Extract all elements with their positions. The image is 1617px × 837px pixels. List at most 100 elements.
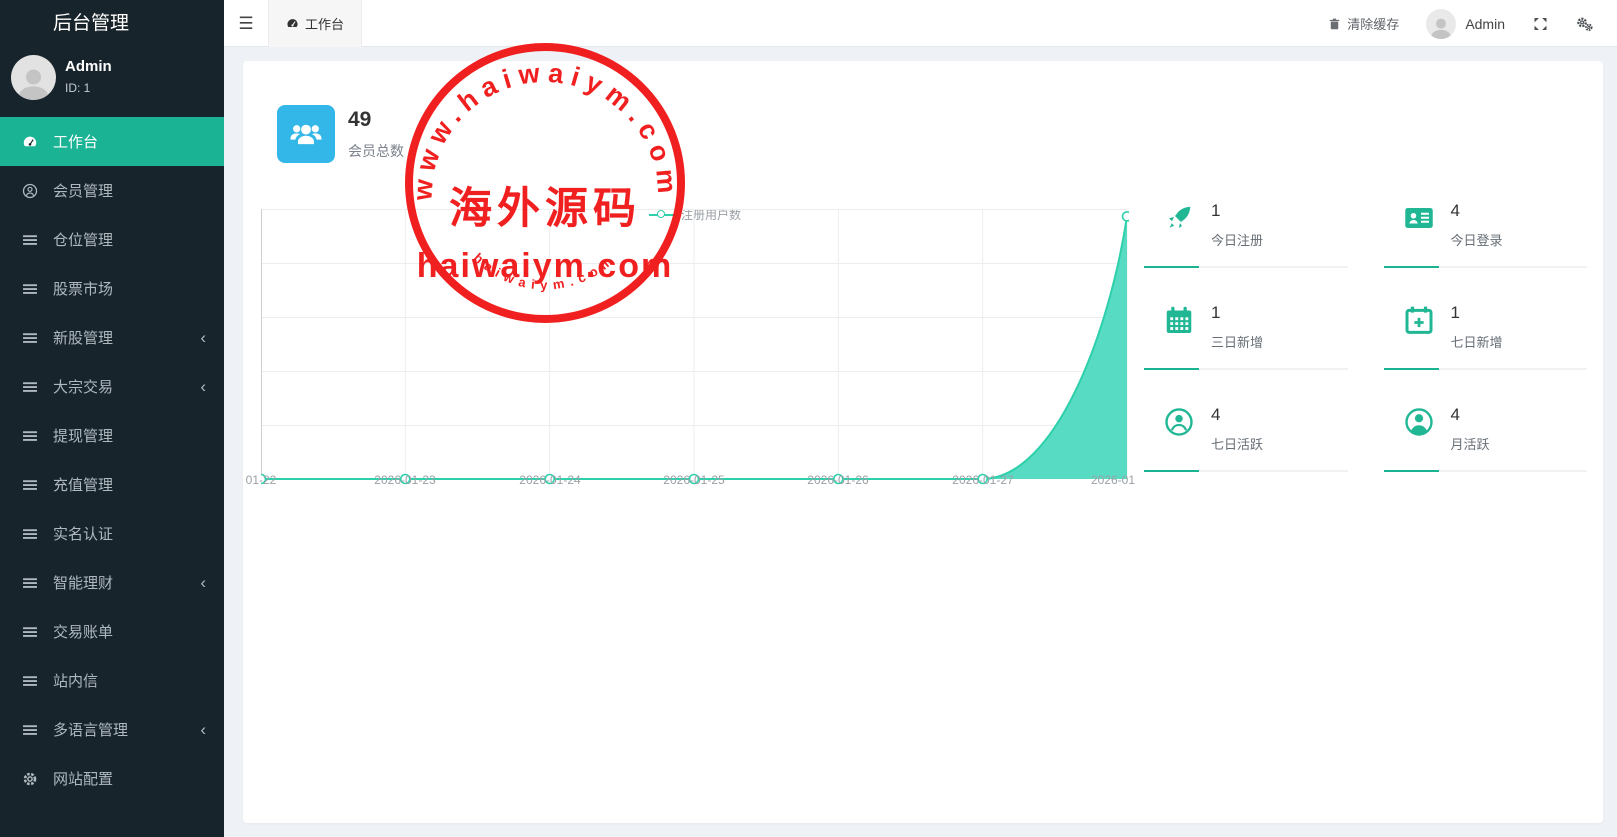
- tile-today-logins: 4 今日登录: [1384, 199, 1588, 268]
- stat-tiles: 1 今日注册 4 今日登录 1 三日新增: [1144, 199, 1587, 472]
- bars-icon: [20, 526, 40, 542]
- tile-3day-new: 1 三日新增: [1144, 301, 1348, 370]
- sidebar-item-label: 智能理财: [53, 572, 113, 593]
- chevron-left-icon: ‹: [200, 574, 206, 591]
- bars-icon: [20, 281, 40, 297]
- sidebar-item-withdrawals[interactable]: 提现管理: [0, 411, 224, 460]
- dashboard-card: 49 会员总数 注册用户数: [243, 61, 1603, 823]
- gear-icon: [20, 771, 40, 787]
- tile-value: 4: [1451, 201, 1503, 221]
- tile-progress: [1144, 470, 1199, 472]
- tile-value: 1: [1211, 303, 1263, 323]
- sidebar-item-label: 提现管理: [53, 425, 113, 446]
- sidebar-item-label: 股票市场: [53, 278, 113, 299]
- bars-icon: [20, 722, 40, 738]
- calendar-icon: [1164, 305, 1196, 337]
- tile-7day-new: 1 七日新增: [1384, 301, 1588, 370]
- tab-workbench[interactable]: 工作台: [268, 0, 362, 47]
- sidebar-item-recharge[interactable]: 充值管理: [0, 460, 224, 509]
- tile-label: 月活跃: [1451, 434, 1490, 453]
- sidebar-item-label: 网站配置: [53, 768, 113, 789]
- tile-value: 4: [1211, 405, 1263, 425]
- clear-cache-button[interactable]: 清除缓存: [1328, 14, 1399, 33]
- user-id: ID: 1: [65, 81, 90, 95]
- dashboard-icon: [286, 17, 299, 30]
- tile-progress: [1144, 266, 1199, 268]
- avatar: [11, 55, 56, 100]
- x-tick: 2026-01-24: [519, 473, 580, 487]
- sidebar-item-label: 仓位管理: [53, 229, 113, 250]
- users-group-icon: [277, 105, 335, 163]
- sidebar-item-positions[interactable]: 仓位管理: [0, 215, 224, 264]
- sidebar-item-label: 工作台: [53, 131, 98, 152]
- id-card-icon: [1404, 203, 1436, 235]
- sidebar-item-site-config[interactable]: 网站配置: [0, 754, 224, 803]
- rocket-icon: [1164, 203, 1196, 235]
- x-tick: 2026-01-25: [663, 473, 724, 487]
- topbar-username: Admin: [1465, 16, 1505, 32]
- user-name: Admin: [65, 58, 112, 75]
- topbar-user-menu[interactable]: Admin: [1426, 9, 1505, 39]
- tile-label: 今日登录: [1451, 230, 1503, 249]
- sidebar-item-workbench[interactable]: 工作台: [0, 117, 224, 166]
- total-members-stat: 49 会员总数: [277, 105, 404, 163]
- bars-icon: [20, 624, 40, 640]
- x-tick: 2026-01: [1091, 473, 1135, 487]
- x-tick: 01-22: [246, 473, 277, 487]
- sidebar-item-label: 会员管理: [53, 180, 113, 201]
- sidebar-item-members[interactable]: 会员管理: [0, 166, 224, 215]
- chart-canvas: [261, 209, 1129, 489]
- sidebar-item-messages[interactable]: 站内信: [0, 656, 224, 705]
- topbar: ☰ 工作台 清除缓存 Admin: [224, 0, 1617, 47]
- trash-icon: [1328, 17, 1341, 31]
- x-tick: 2026-01-27: [952, 473, 1013, 487]
- sidebar-item-transactions[interactable]: 交易账单: [0, 607, 224, 656]
- fullscreen-icon[interactable]: [1532, 16, 1549, 32]
- sidebar-item-new-stocks[interactable]: 新股管理 ‹: [0, 313, 224, 362]
- sidebar-item-block-trades[interactable]: 大宗交易 ‹: [0, 362, 224, 411]
- sidebar-item-label: 充值管理: [53, 474, 113, 495]
- settings-cogs-icon[interactable]: [1576, 16, 1593, 32]
- tab-label: 工作台: [305, 14, 344, 33]
- bars-icon: [20, 477, 40, 493]
- tile-monthly-active: 4 月活跃: [1384, 403, 1588, 472]
- chevron-left-icon: ‹: [200, 329, 206, 346]
- tile-progress: [1384, 470, 1439, 472]
- chevron-left-icon: ‹: [200, 721, 206, 738]
- bars-icon: [20, 330, 40, 346]
- tile-label: 七日活跃: [1211, 434, 1263, 453]
- sidebar-item-stock-market[interactable]: 股票市场: [0, 264, 224, 313]
- x-tick: 2026-01-26: [807, 473, 868, 487]
- calendar-plus-icon: [1404, 305, 1436, 337]
- avatar: [1426, 9, 1456, 39]
- user-filled-icon: [1404, 407, 1436, 439]
- topbar-actions: 清除缓存 Admin: [1328, 0, 1617, 47]
- data-point: [1123, 212, 1130, 221]
- total-members-label: 会员总数: [348, 141, 404, 161]
- chevron-left-icon: ‹: [200, 378, 206, 395]
- tile-value: 1: [1211, 201, 1263, 221]
- tile-7day-active: 4 七日活跃: [1144, 403, 1348, 472]
- tile-value: 4: [1451, 405, 1490, 425]
- main-content: 49 会员总数 注册用户数: [224, 47, 1617, 837]
- bars-icon: [20, 232, 40, 248]
- sidebar-item-label: 多语言管理: [53, 719, 128, 740]
- sidebar-item-languages[interactable]: 多语言管理 ‹: [0, 705, 224, 754]
- x-tick: 2026-01-23: [374, 473, 435, 487]
- sidebar-item-label: 新股管理: [53, 327, 113, 348]
- tile-label: 三日新增: [1211, 332, 1263, 351]
- tile-label: 今日注册: [1211, 230, 1263, 249]
- total-members-value: 49: [348, 108, 404, 132]
- registered-users-chart: 注册用户数 0: [261, 207, 1129, 507]
- tile-label: 七日新增: [1451, 332, 1503, 351]
- chart-x-axis: 01-22 2026-01-23 2026-01-24 2026-01-25 2…: [261, 473, 1127, 489]
- sidebar-item-kyc[interactable]: 实名认证: [0, 509, 224, 558]
- sidebar: 后台管理 Admin ID: 1 工作台 会员管理 仓位管理 股票市场 新股管理…: [0, 0, 224, 837]
- app-title: 后台管理: [0, 0, 224, 48]
- sidebar-item-smart-finance[interactable]: 智能理财 ‹: [0, 558, 224, 607]
- sidebar-toggle-button[interactable]: ☰: [224, 0, 268, 47]
- bars-icon: [20, 575, 40, 591]
- user-outline-icon: [1164, 407, 1196, 439]
- tile-progress: [1144, 368, 1199, 370]
- bars-icon: [20, 673, 40, 689]
